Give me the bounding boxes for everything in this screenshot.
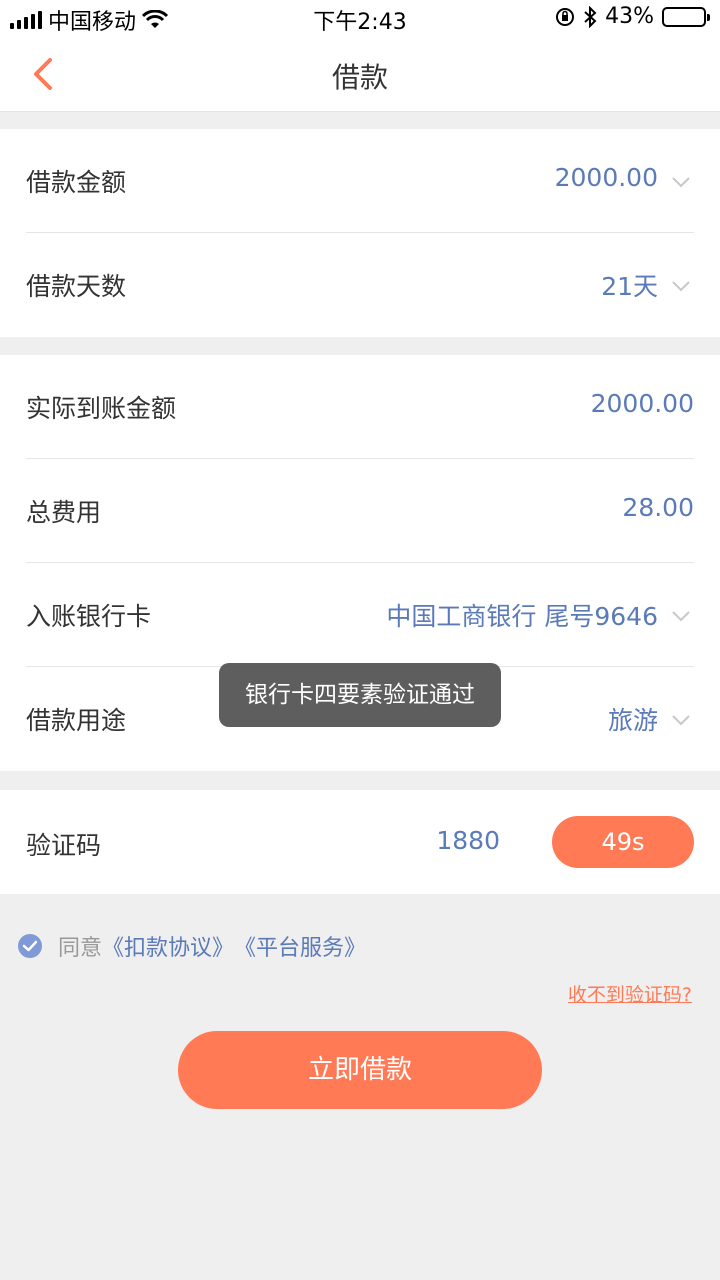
- verification-row: 验证码 1880 49s: [26, 790, 694, 894]
- loan-setting-row[interactable]: 借款金额 2000.00: [26, 129, 694, 233]
- row-value: 旅游: [607, 706, 658, 735]
- row-label: 入账银行卡: [26, 602, 152, 631]
- row-value: 2000.00: [590, 389, 694, 418]
- row-value: 21天: [601, 272, 658, 301]
- row-value: 28.00: [622, 493, 694, 522]
- loan-settings-section: 借款金额 2000.00 借款天数 21天: [0, 129, 720, 337]
- row-value: 中国工商银行 尾号9646: [386, 602, 658, 631]
- agreement-prefix: 同意: [58, 936, 103, 961]
- borrow-now-button[interactable]: 立即借款: [178, 1031, 542, 1109]
- agreement-row: 同意 《扣款协议》 《平台服务》: [18, 930, 366, 962]
- nav-bar: 借款: [0, 36, 720, 112]
- chevron-down-icon: [672, 611, 690, 622]
- status-right: 43%: [555, 4, 710, 29]
- row-label: 借款天数: [26, 272, 127, 301]
- no-code-link[interactable]: 收不到验证码?: [568, 980, 692, 1007]
- chevron-down-icon: [672, 715, 690, 726]
- resend-countdown-button[interactable]: 49s: [552, 816, 694, 868]
- row-label: 借款金额: [26, 168, 127, 197]
- row-label: 总费用: [26, 498, 102, 527]
- row-value: 2000.00: [554, 163, 658, 192]
- bluetooth-icon: [584, 5, 597, 28]
- back-button[interactable]: [22, 52, 66, 96]
- chevron-down-icon: [672, 177, 690, 188]
- verification-code-input[interactable]: 1880: [436, 826, 500, 855]
- chevron-down-icon: [672, 281, 690, 292]
- checkbox-checked-icon[interactable]: [18, 934, 42, 958]
- page-title: 借款: [331, 61, 388, 94]
- row-label: 实际到账金额: [26, 394, 177, 423]
- battery-percent: 43%: [605, 4, 654, 29]
- loan-setting-row[interactable]: 借款天数 21天: [26, 233, 694, 337]
- orientation-lock-icon: [556, 7, 575, 26]
- chevron-left-icon: [34, 58, 52, 90]
- loan-detail-row: 实际到账金额 2000.00: [26, 355, 694, 459]
- loan-detail-row: 总费用 28.00: [26, 459, 694, 563]
- deduction-agreement-link[interactable]: 《扣款协议》: [102, 930, 234, 962]
- verification-label: 验证码: [26, 831, 102, 860]
- toast-message: 银行卡四要素验证通过: [219, 663, 501, 727]
- battery-icon: [662, 6, 710, 27]
- status-bar: 中国移动 下午2:43 43%: [0, 0, 720, 36]
- platform-service-link[interactable]: 《平台服务》: [234, 930, 366, 962]
- verification-section: 验证码 1880 49s: [0, 790, 720, 894]
- row-label: 借款用途: [26, 706, 127, 735]
- loan-detail-row[interactable]: 入账银行卡 中国工商银行 尾号9646: [26, 563, 694, 667]
